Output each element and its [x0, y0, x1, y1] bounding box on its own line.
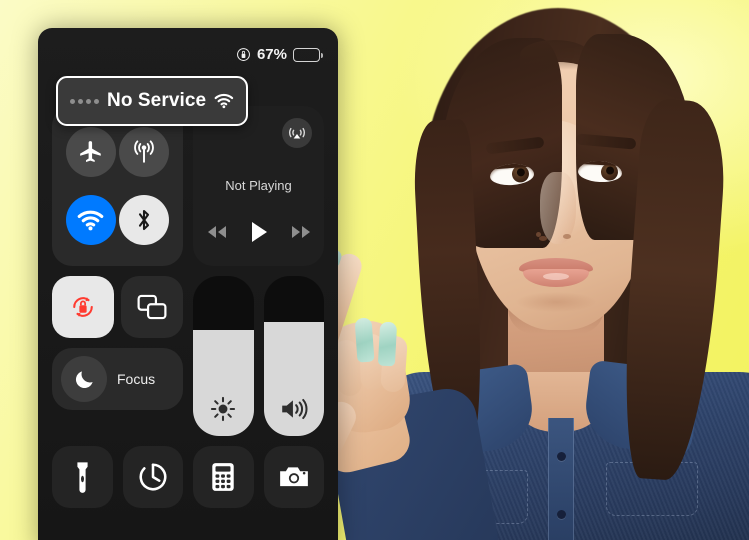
wifi-icon: [214, 93, 234, 109]
focus-icon-circle: [61, 356, 107, 402]
jacket-button: [557, 452, 566, 461]
play-icon[interactable]: [249, 220, 269, 244]
nose: [540, 172, 576, 244]
jacket-button: [557, 510, 566, 519]
focus-label: Focus: [117, 371, 156, 387]
brightness-slider[interactable]: [193, 276, 254, 436]
control-row-1: Not Playing: [52, 106, 324, 266]
calculator-button[interactable]: [193, 446, 254, 508]
timer-button[interactable]: [122, 446, 183, 508]
cellular-data-toggle[interactable]: [119, 127, 170, 177]
rotation-lock-toggle[interactable]: [52, 276, 114, 338]
nail-ring: [354, 317, 375, 363]
screenshot-stage: 67% No Service Not Playing Focus: [0, 0, 749, 540]
flashlight-button[interactable]: [52, 446, 113, 508]
airplane-icon: [79, 141, 101, 162]
lip-highlight: [543, 273, 569, 280]
control-row-2: Focus: [52, 276, 324, 436]
battery-percent-label: 67%: [256, 46, 287, 63]
status-bar-right: 67%: [236, 46, 324, 63]
media-controls: [193, 220, 324, 244]
screen-mirroring-icon: [137, 294, 167, 320]
shortcut-row: [52, 446, 324, 508]
calculator-icon: [212, 463, 234, 491]
wifi-toggle[interactable]: [65, 195, 116, 245]
flashlight-icon: [77, 462, 88, 493]
wifi-icon: [77, 210, 104, 230]
volume-icon: [281, 398, 308, 420]
camera-icon: [279, 467, 308, 487]
camera-button[interactable]: [263, 446, 324, 508]
screen-mirroring-toggle[interactable]: [121, 276, 183, 338]
no-service-label: No Service: [107, 90, 207, 111]
battery-icon: [293, 47, 324, 62]
nostril-right: [563, 234, 571, 239]
rewind-icon[interactable]: [207, 224, 227, 240]
timer-icon: [139, 463, 167, 491]
connectivity-module: [52, 106, 183, 266]
bluetooth-icon: [139, 209, 150, 231]
fast-forward-icon[interactable]: [291, 224, 311, 240]
chin-shadow: [516, 292, 596, 312]
volume-slider[interactable]: [263, 276, 325, 436]
airplay-audio-icon: [289, 127, 305, 139]
media-title: Not Playing: [225, 178, 292, 193]
moon-icon: [75, 370, 93, 388]
rotation-lock-icon: [73, 297, 93, 317]
media-player-module: Not Playing: [193, 106, 324, 266]
focus-toggle[interactable]: Focus: [52, 348, 183, 410]
cellular-icon: [134, 140, 155, 163]
airplay-button[interactable]: [282, 118, 312, 148]
rotation-lock-icon: [237, 48, 250, 61]
control-center-panel: 67% No Service Not Playing Focus: [38, 28, 338, 540]
control-grid: Not Playing Focus: [52, 106, 324, 508]
brightness-icon-wrap: [193, 396, 254, 422]
volume-icon-wrap: [264, 396, 325, 422]
signal-dots-icon: [70, 98, 99, 104]
nostril-left: [539, 236, 547, 241]
jacket-placket: [548, 418, 574, 540]
bluetooth-toggle[interactable]: [119, 195, 170, 245]
nail-pinky: [377, 321, 398, 367]
nose-stud: [536, 232, 541, 237]
airplane-mode-toggle[interactable]: [65, 127, 116, 177]
no-service-callout: No Service: [56, 76, 248, 126]
lips: [519, 258, 593, 288]
hair-part: [520, 40, 590, 70]
brightness-icon: [211, 396, 236, 422]
